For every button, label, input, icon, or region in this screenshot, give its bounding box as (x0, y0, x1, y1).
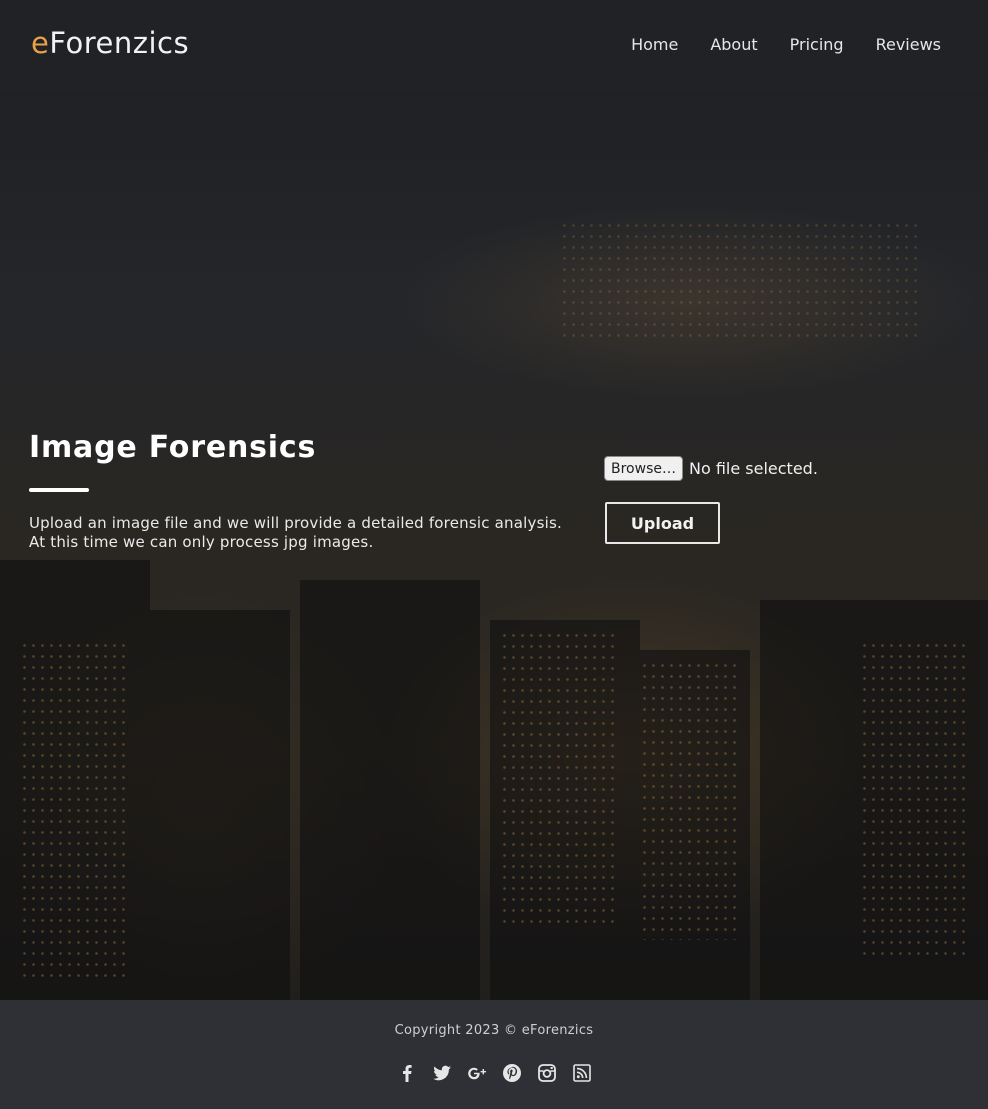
site-footer: Copyright 2023 © eForenzics (0, 1000, 988, 1109)
upload-button[interactable]: Upload (605, 502, 720, 544)
title-underline (29, 488, 89, 492)
description-line: Upload an image file and we will provide… (29, 514, 562, 532)
city-lights (640, 660, 740, 940)
logo-text: Forenzics (49, 26, 190, 60)
page-description: Upload an image file and we will provide… (29, 514, 589, 552)
file-input: Browse… No file selected. (604, 456, 818, 481)
logo-accent: e (31, 26, 50, 60)
file-status-text: No file selected. (688, 459, 818, 478)
facebook-icon[interactable] (396, 1062, 418, 1084)
google-plus-icon[interactable] (466, 1062, 488, 1084)
city-lights (20, 640, 130, 980)
nav-pricing-link[interactable]: Pricing (790, 35, 844, 54)
nav-reviews-link[interactable]: Reviews (876, 35, 941, 54)
city-lights (500, 630, 620, 930)
nav-home-link[interactable]: Home (631, 35, 678, 54)
browse-button[interactable]: Browse… (604, 456, 683, 481)
copyright-text: Copyright 2023 © eForenzics (394, 1023, 594, 1038)
skyline-building (300, 580, 480, 1000)
skyline-building (150, 610, 290, 1000)
main-nav: Home About Pricing Reviews (631, 35, 941, 54)
twitter-icon[interactable] (431, 1062, 453, 1084)
nav-about-link[interactable]: About (710, 35, 757, 54)
hero-background (0, 0, 988, 1000)
pinterest-icon[interactable] (501, 1062, 523, 1084)
instagram-icon[interactable] (536, 1062, 558, 1084)
site-logo[interactable]: eForenzics (31, 26, 189, 60)
site-header: eForenzics Home About Pricing Reviews (0, 0, 988, 90)
page-title: Image Forensics (29, 430, 317, 465)
city-lights (560, 220, 920, 340)
city-lights (860, 640, 970, 960)
social-links (396, 1062, 593, 1084)
description-line: At this time we can only process jpg ima… (29, 533, 374, 551)
rss-icon[interactable] (571, 1062, 593, 1084)
